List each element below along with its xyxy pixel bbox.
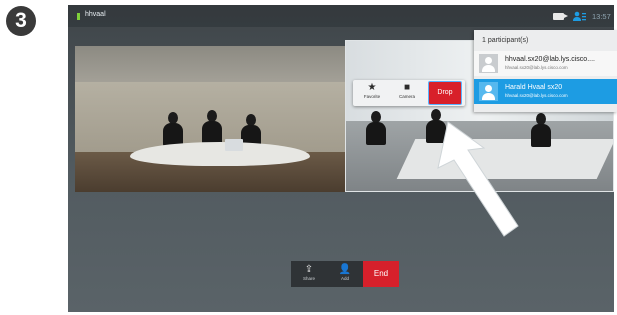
add-participant-button[interactable]: 👤 Add	[327, 261, 363, 287]
camera-icon: ■	[403, 82, 411, 93]
avatar-icon	[479, 54, 498, 73]
share-button[interactable]: ⇪ Share	[291, 261, 327, 287]
step-number-badge: 3	[6, 6, 36, 36]
call-status-indicator	[77, 13, 80, 20]
video-camera-icon[interactable]	[553, 13, 568, 20]
participant-context-menu: ★ Favorite ■ Camera Drop	[353, 80, 465, 106]
clock: 13:57	[592, 12, 611, 21]
participant-count: 1 participant(s)	[482, 37, 529, 44]
participants-icon[interactable]	[573, 11, 586, 22]
pointer-arrow-icon	[437, 121, 519, 237]
remote-video-feed[interactable]	[75, 46, 345, 192]
person-silhouette	[163, 112, 183, 146]
camera-button[interactable]: ■ Camera	[391, 80, 423, 106]
share-icon: ⇪	[304, 264, 314, 275]
avatar-icon	[479, 82, 498, 101]
end-call-button[interactable]: End	[363, 261, 399, 287]
call-control-bar: ⇪ Share 👤 Add End	[291, 261, 399, 287]
star-icon: ★	[367, 82, 377, 93]
participant-list-item-selected[interactable]: Harald Hvaal sx20 hhvaal.sx20@lab.lys.ci…	[474, 79, 617, 104]
person-silhouette	[531, 113, 551, 147]
laptop	[225, 139, 243, 151]
person-silhouette	[202, 110, 222, 144]
participant-list-panel: 1 participant(s) hhvaal.sx20@lab.lys.cis…	[474, 30, 617, 112]
drop-button[interactable]: Drop	[428, 81, 462, 105]
person-silhouette	[366, 111, 386, 145]
caller-name: hhvaal	[85, 11, 106, 18]
top-status-bar: hhvaal 13:57	[68, 5, 614, 27]
conference-table	[130, 142, 310, 166]
favorite-button[interactable]: ★ Favorite	[356, 80, 388, 106]
participant-list-item[interactable]: hhvaal.sx20@lab.lys.cisco.... hhvaal.sx2…	[474, 51, 617, 76]
add-person-icon: 👤	[338, 264, 352, 275]
